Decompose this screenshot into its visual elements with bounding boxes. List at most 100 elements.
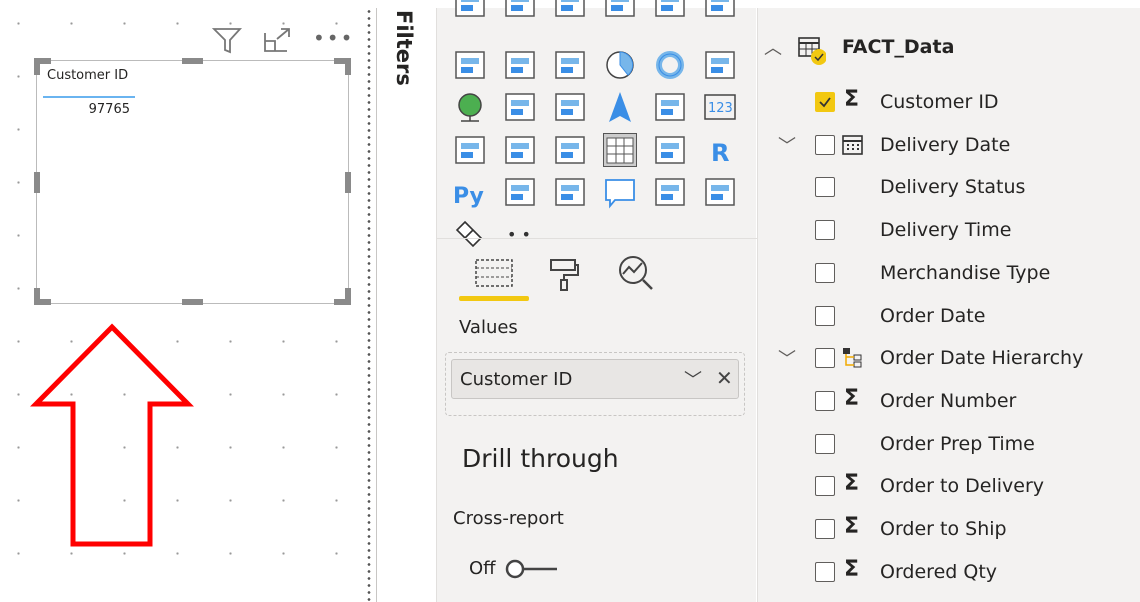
power-apps-icon[interactable] (453, 218, 487, 252)
arcgis-map-icon[interactable] (703, 175, 737, 209)
table-icon (798, 36, 827, 68)
filters-pane-collapsed[interactable]: Filters (378, 8, 435, 602)
filter-icon[interactable] (211, 26, 243, 54)
annotation-arrow (30, 323, 194, 547)
focus-mode-icon[interactable] (263, 27, 291, 53)
field-item[interactable]: Merchandise Type (758, 254, 1140, 294)
multi-row-card-icon[interactable] (453, 133, 487, 167)
r-visual-icon[interactable]: R (703, 133, 737, 167)
matrix-icon[interactable] (653, 133, 687, 167)
stacked-bar-icon[interactable] (453, 0, 487, 20)
field-checkbox[interactable] (815, 519, 835, 539)
field-name: Order Date (880, 304, 986, 327)
smart-narrative-icon[interactable] (653, 175, 687, 209)
key-influencers-icon[interactable] (503, 175, 537, 209)
shape-map-icon[interactable] (553, 90, 587, 124)
field-name: Ordered Qty (880, 560, 998, 583)
fields-tab[interactable] (459, 256, 529, 306)
100-stacked-column-icon[interactable] (703, 0, 737, 20)
map-icon[interactable] (453, 90, 487, 124)
100-stacked-bar-icon[interactable] (653, 0, 687, 20)
pie-icon[interactable] (603, 48, 637, 82)
field-item[interactable]: Delivery Status (758, 168, 1140, 208)
sigma-icon: Σ (844, 471, 860, 497)
field-checkbox[interactable] (815, 348, 835, 369)
kpi-icon[interactable] (503, 133, 537, 167)
field-item[interactable]: Σ Order to Ship (758, 510, 1140, 550)
scatter-icon[interactable] (553, 48, 587, 82)
field-name: Merchandise Type (880, 261, 1051, 284)
format-tab[interactable] (547, 256, 581, 292)
field-item[interactable]: Order Date (758, 297, 1140, 337)
python-visual-icon[interactable]: Py (453, 175, 487, 209)
table-icon[interactable] (602, 131, 638, 168)
drill-through-heading: Drill through (462, 444, 619, 473)
cell-value: 97765 (88, 102, 130, 117)
field-name: Order Prep Time (880, 432, 1035, 455)
field-item[interactable]: Σ Customer ID (758, 83, 1140, 123)
field-checkbox[interactable] (815, 92, 835, 112)
report-canvas[interactable]: ••• Customer ID 97765 (0, 0, 366, 602)
svg-text:123: 123 (708, 101, 733, 116)
field-name: Delivery Status (880, 176, 1026, 199)
values-field-name: Customer ID (460, 369, 573, 390)
field-item[interactable]: Delivery Time (758, 211, 1140, 251)
column-header[interactable]: Customer ID (47, 68, 128, 83)
close-icon[interactable]: ✕ (716, 366, 733, 390)
field-name: Order Date Hierarchy (880, 347, 1084, 370)
field-checkbox[interactable] (815, 220, 835, 241)
treemap-icon[interactable] (703, 48, 737, 82)
funnel-icon[interactable] (503, 48, 537, 82)
donut-icon[interactable] (653, 48, 687, 82)
pane-resize-handle[interactable] (367, 8, 371, 602)
ribbon-chart-icon[interactable] (453, 48, 487, 82)
svg-text:• • •: • • • (507, 225, 537, 244)
field-checkbox[interactable] (815, 390, 835, 411)
values-field-pill[interactable]: Customer ID ﹀ ✕ (451, 359, 739, 399)
chevron-down-icon[interactable]: ﹀ (778, 132, 796, 158)
filled-map-icon[interactable] (503, 90, 537, 124)
chevron-up-icon[interactable]: ︿ (764, 34, 782, 60)
field-item[interactable]: ﹀ Order Date Hierarchy (758, 339, 1140, 379)
field-item[interactable]: Σ Order Number (758, 382, 1140, 422)
field-checkbox[interactable] (815, 177, 835, 198)
toggle-state-label: Off (469, 558, 496, 579)
chevron-down-icon[interactable]: ﹀ (778, 345, 796, 371)
values-well[interactable]: Customer ID ﹀ ✕ (445, 352, 745, 416)
card-icon[interactable]: 123 (703, 90, 737, 124)
analytics-tab[interactable] (617, 254, 655, 292)
clustered-bar-icon[interactable] (553, 0, 587, 20)
clustered-column-icon[interactable] (603, 0, 637, 20)
gauge-icon[interactable] (653, 90, 687, 124)
field-item[interactable]: Order Prep Time (758, 425, 1140, 465)
field-item[interactable]: Σ Ordered Qty (758, 553, 1140, 593)
filters-title: Filters (392, 10, 416, 86)
field-checkbox[interactable] (815, 305, 835, 326)
qa-icon[interactable] (603, 175, 637, 209)
header-underline (43, 96, 135, 98)
field-checkbox[interactable] (815, 476, 835, 497)
azure-map-icon[interactable] (603, 90, 637, 124)
decomposition-tree-icon[interactable] (553, 175, 587, 209)
slicer-icon[interactable] (553, 133, 587, 167)
table-visual[interactable]: Customer ID 97765 (36, 60, 349, 304)
cross-report-label: Cross-report (453, 508, 564, 529)
cross-report-toggle[interactable] (505, 559, 559, 579)
field-name: Delivery Date (880, 133, 1011, 156)
field-checkbox[interactable] (815, 561, 835, 582)
divider (376, 8, 377, 602)
sigma-icon: Σ (844, 514, 860, 539)
field-item[interactable]: ﹀ Delivery Date (758, 126, 1140, 166)
sigma-icon: Σ (844, 556, 860, 582)
more-icon[interactable]: • • • (503, 218, 545, 252)
chevron-down-icon[interactable]: ﹀ (684, 366, 702, 392)
stacked-column-icon[interactable] (503, 0, 537, 20)
field-checkbox[interactable] (815, 134, 835, 155)
table-node[interactable]: ︿ FACT_Data (758, 28, 1140, 68)
field-item[interactable]: Σ Order to Delivery (758, 467, 1140, 507)
more-options-icon[interactable]: ••• (313, 26, 354, 50)
field-checkbox[interactable] (815, 262, 835, 283)
sigma-icon: Σ (844, 385, 860, 411)
field-checkbox[interactable] (815, 433, 835, 454)
field-name: Customer ID (880, 91, 999, 113)
